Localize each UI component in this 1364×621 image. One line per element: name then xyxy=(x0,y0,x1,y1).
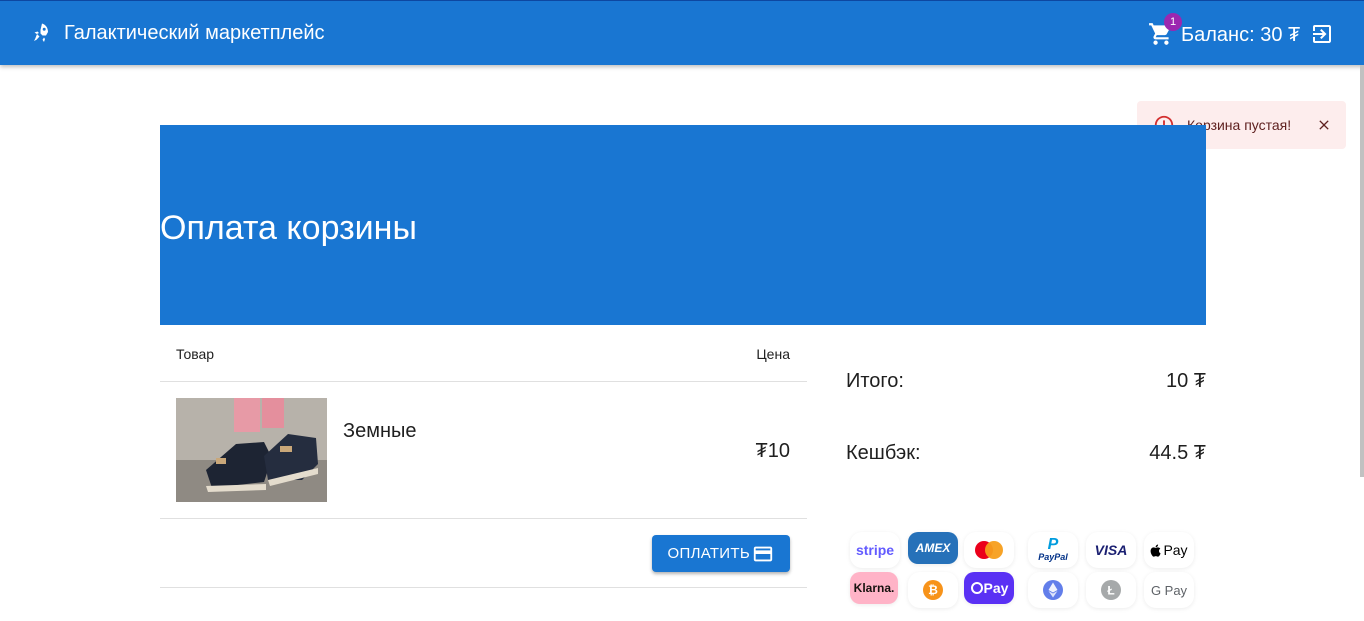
logout-icon[interactable] xyxy=(1310,22,1334,46)
ethereum-logo xyxy=(1028,572,1078,608)
cashback-value: 44.5 ₮ xyxy=(1149,442,1206,464)
column-header-price: Цена xyxy=(756,346,790,362)
paypal-logo: P PayPal xyxy=(1028,532,1078,568)
svg-text:₿: ₿ xyxy=(928,583,938,597)
scrollbar[interactable] xyxy=(1360,65,1364,477)
brand[interactable]: Галактический маркетплейс xyxy=(30,21,325,45)
checkout-banner: Оплата корзины xyxy=(160,125,1206,325)
cashback-label: Кешбэк: xyxy=(846,442,921,464)
paypal-wordmark: PayPal xyxy=(1038,552,1068,562)
column-header-product: Товар xyxy=(176,346,215,362)
product-name[interactable]: Земные xyxy=(343,420,417,443)
product-image xyxy=(176,398,327,502)
table-header: Товар Цена xyxy=(160,325,807,382)
amex-logo: AMEX xyxy=(908,532,958,564)
google-pay-logo: G Pay xyxy=(1144,572,1194,608)
total-value: 10 ₮ xyxy=(1165,370,1206,392)
cart-button[interactable]: 1 xyxy=(1148,13,1182,47)
apple-icon xyxy=(1151,543,1162,557)
stripe-logo: stripe xyxy=(850,532,900,568)
pay-button[interactable]: Оплатить xyxy=(651,535,790,572)
table-actions: Оплатить xyxy=(160,519,807,588)
mastercard-logo xyxy=(964,532,1014,568)
visa-logo: VISA xyxy=(1086,532,1136,568)
pay-button-label: Оплатить xyxy=(667,545,750,562)
rocket-icon xyxy=(34,23,48,42)
paypal-mark-icon: P xyxy=(1047,536,1059,553)
klarna-logo: Klarna. xyxy=(850,572,898,604)
product-price: ₮10 xyxy=(755,440,790,462)
app-title: Галактический маркетплейс xyxy=(64,22,325,44)
cart-count-badge: 1 xyxy=(1164,13,1182,31)
shop-pay-logo: Pay xyxy=(964,572,1014,604)
litecoin-logo: Ł xyxy=(1086,572,1136,608)
apple-pay-wordmark: Pay xyxy=(1163,542,1188,558)
total-label: Итого: xyxy=(846,370,904,392)
table-row: Земные ₮10 xyxy=(160,382,807,519)
close-icon[interactable] xyxy=(1316,117,1332,133)
page-title: Оплата корзины xyxy=(160,209,417,247)
credit-card-icon xyxy=(753,546,773,561)
cart-table: Товар Цена Земные ₮10 Оплатить xyxy=(160,325,807,588)
shop-pay-wordmark: Pay xyxy=(983,580,1009,596)
bitcoin-logo: ₿ xyxy=(908,572,958,608)
svg-text:Ł: Ł xyxy=(1107,584,1114,598)
apple-pay-logo: Pay xyxy=(1144,532,1194,568)
app-bar: Галактический маркетплейс 1 Баланс: 30 ₮ xyxy=(0,0,1364,65)
shop-pay-mark-icon xyxy=(970,582,983,594)
balance-label: Баланс: 30 ₮ xyxy=(1181,24,1301,46)
